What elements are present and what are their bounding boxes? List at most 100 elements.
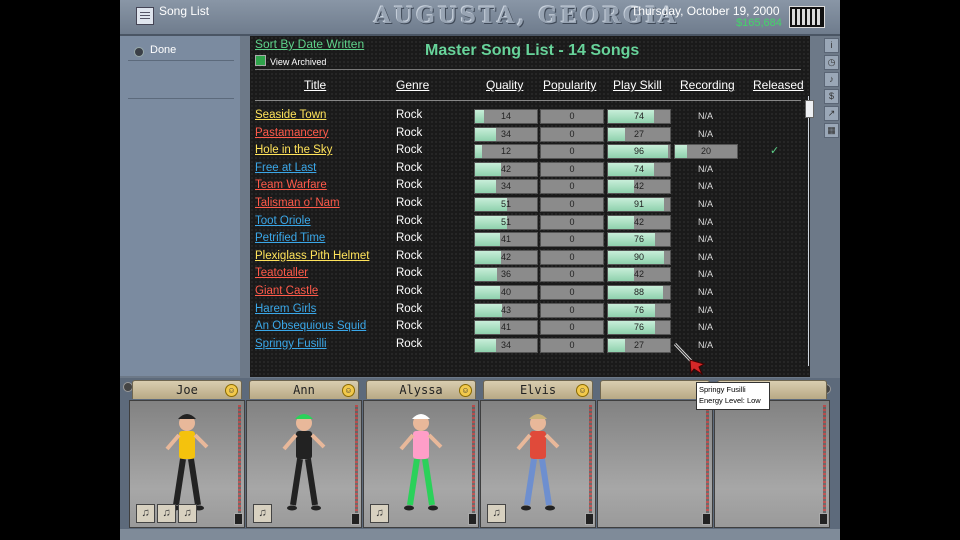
popularity-bar: 0 — [540, 144, 604, 160]
play-skill-value: 42 — [633, 181, 644, 192]
header-recording[interactable]: Recording — [680, 78, 735, 92]
checkbox-icon[interactable] — [255, 55, 266, 66]
volume-slider[interactable] — [234, 513, 243, 525]
popularity-value: 0 — [569, 163, 575, 174]
popularity-value: 0 — [569, 111, 575, 121]
popularity-bar: 0 — [540, 179, 604, 195]
table-row[interactable]: Plexiglass Pith Helmet Rock 42 0 90 N/A — [250, 249, 806, 266]
table-row[interactable]: Petrified Time Rock 41 0 76 N/A — [250, 231, 806, 248]
header-released[interactable]: Released — [753, 78, 804, 92]
list-title: Master Song List - 14 Songs — [425, 42, 640, 59]
keyboard-icon[interactable]: ♫ — [370, 504, 389, 523]
quality-bar: 41 — [474, 320, 538, 336]
member-stage[interactable]: ♫ — [363, 400, 479, 528]
song-title-link[interactable]: Springy Fusilli — [255, 338, 327, 350]
header-popularity[interactable]: Popularity — [543, 78, 596, 92]
member-tab[interactable]: Joe ☺ — [132, 380, 242, 399]
member-tab[interactable] — [600, 380, 710, 399]
volume-slider[interactable] — [819, 513, 828, 525]
done-button[interactable]: Done — [128, 40, 234, 61]
volume-slider[interactable] — [585, 513, 594, 525]
song-title-link[interactable]: Pastamancery — [255, 127, 329, 139]
note-icon[interactable]: ♪ — [824, 72, 839, 87]
member-tab[interactable]: Ann ☺ — [249, 380, 359, 399]
member-tab[interactable]: Elvis ☺ — [483, 380, 593, 399]
map-icon[interactable]: ▦ — [824, 123, 839, 138]
member-stage[interactable]: ♫ ♫ ♫ — [129, 400, 245, 528]
popularity-bar: 0 — [540, 249, 604, 265]
popularity-value: 0 — [569, 181, 575, 192]
screen-title: Song List — [159, 4, 210, 18]
play-skill-value: 42 — [633, 269, 644, 280]
drum-icon[interactable]: ♫ — [487, 504, 506, 523]
view-archived-toggle[interactable]: View Archived — [255, 55, 326, 67]
table-row[interactable]: Toot Oriole Rock 51 0 42 N/A — [250, 214, 806, 231]
cymbal-icon[interactable]: ♫ — [157, 504, 176, 523]
song-title-link[interactable]: Giant Castle — [255, 285, 318, 297]
table-row[interactable]: Hole in the Sky Rock 12 0 96 20 ✓ — [250, 143, 806, 160]
song-title-link[interactable]: Toot Oriole — [255, 215, 311, 227]
scrollbar-track[interactable] — [808, 96, 809, 366]
header-title[interactable]: Title — [304, 78, 326, 92]
table-row[interactable]: Teatotaller Rock 36 0 42 N/A — [250, 266, 806, 283]
member-stage[interactable] — [714, 400, 830, 528]
song-title-link[interactable]: Talisman o' Nam — [255, 197, 340, 209]
play-skill-value: 27 — [633, 339, 644, 350]
calendar-icon[interactable] — [789, 6, 825, 28]
song-title-link[interactable]: Free at Last — [255, 162, 316, 174]
member-tab[interactable]: Alyssa ☺ — [366, 380, 476, 399]
table-row[interactable]: Harem Girls Rock 43 0 76 N/A — [250, 302, 806, 319]
member-stage[interactable] — [597, 400, 713, 528]
song-title-link[interactable]: Hole in the Sky — [255, 144, 332, 156]
recording-bar: 20 — [674, 144, 738, 160]
chart-icon[interactable]: ↗ — [824, 106, 839, 121]
song-list-icon[interactable] — [136, 7, 154, 25]
member-stage[interactable]: ♫ — [246, 400, 362, 528]
table-row[interactable]: Talisman o' Nam Rock 51 0 91 N/A — [250, 196, 806, 213]
song-genre: Rock — [396, 214, 423, 227]
table-row[interactable]: Giant Castle Rock 40 0 88 N/A — [250, 284, 806, 301]
popularity-value: 0 — [569, 322, 575, 333]
money-icon[interactable]: $ — [824, 89, 839, 104]
popularity-bar: 0 — [540, 285, 604, 300]
song-title-link[interactable]: Seaside Town — [255, 109, 326, 121]
song-title-link[interactable]: Teatotaller — [255, 267, 308, 279]
header-quality[interactable]: Quality — [486, 78, 523, 92]
header-play-skill[interactable]: Play Skill — [613, 78, 662, 92]
energy-meter — [238, 405, 241, 519]
quality-bar: 43 — [474, 302, 538, 318]
table-row[interactable]: Team Warfare Rock 34 0 42 N/A — [250, 178, 806, 195]
info-icon[interactable]: i — [824, 38, 839, 53]
guitar-icon[interactable]: ♫ — [253, 504, 272, 523]
popularity-bar: 0 — [540, 337, 604, 353]
quality-bar: 36 — [474, 267, 538, 283]
scrollbar-thumb[interactable] — [805, 100, 814, 118]
table-row[interactable]: Free at Last Rock 42 0 74 N/A — [250, 161, 806, 178]
volume-slider[interactable] — [468, 513, 477, 525]
play-skill-bar: 74 — [607, 109, 671, 124]
play-skill-bar: 76 — [607, 232, 671, 248]
clock-icon[interactable]: ◷ — [824, 55, 839, 70]
sort-by-date-link[interactable]: Sort By Date Written — [255, 37, 364, 51]
song-title-link[interactable]: Petrified Time — [255, 232, 325, 244]
table-row[interactable]: Seaside Town Rock 14 0 74 N/A — [250, 108, 806, 125]
snare-icon[interactable]: ♫ — [178, 504, 197, 523]
song-title-link[interactable]: An Obsequious Squid — [255, 320, 366, 332]
divider — [128, 98, 234, 99]
drums-icon[interactable]: ♫ — [136, 504, 155, 523]
table-row[interactable]: Pastamancery Rock 34 0 27 N/A — [250, 126, 806, 143]
popularity-bar: 0 — [540, 109, 604, 124]
quality-value: 12 — [500, 146, 511, 157]
song-title-link[interactable]: Harem Girls — [255, 303, 316, 315]
member-figure — [516, 414, 560, 511]
header-genre[interactable]: Genre — [396, 78, 429, 92]
song-title-link[interactable]: Team Warfare — [255, 179, 327, 191]
volume-slider[interactable] — [351, 513, 360, 525]
member-stage[interactable]: ♫ — [480, 400, 596, 528]
table-row[interactable]: Springy Fusilli Rock 34 0 27 N/A — [250, 337, 806, 354]
play-skill-bar: 76 — [607, 320, 671, 336]
table-row[interactable]: An Obsequious Squid Rock 41 0 76 N/A — [250, 319, 806, 336]
volume-slider[interactable] — [702, 513, 711, 525]
song-title-link[interactable]: Plexiglass Pith Helmet — [255, 250, 369, 262]
recording-value: N/A — [698, 304, 714, 315]
